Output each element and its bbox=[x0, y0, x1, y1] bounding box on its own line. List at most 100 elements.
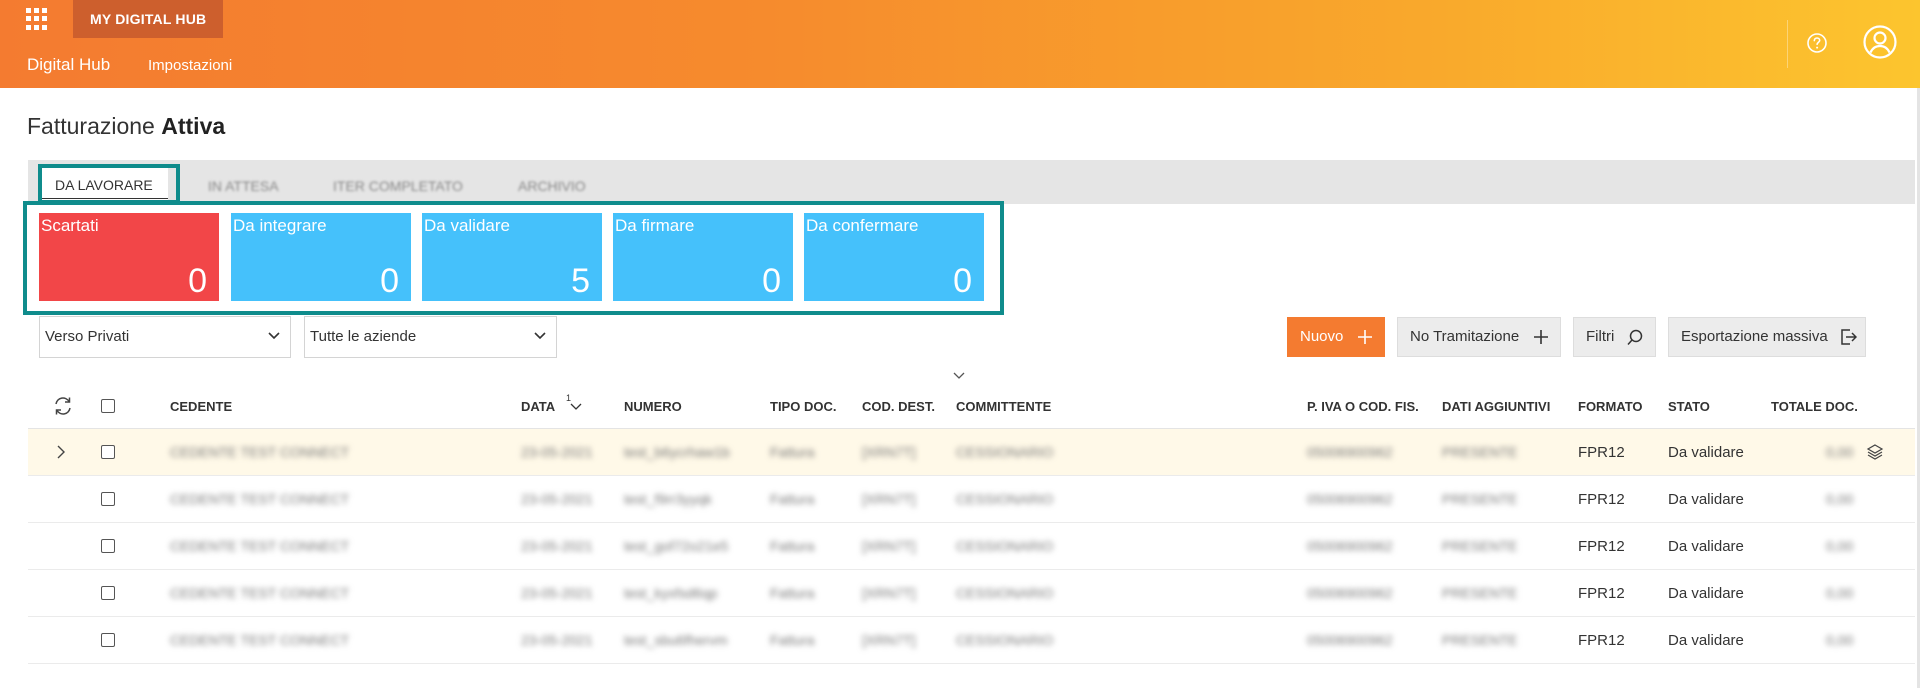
table-row[interactable]: CEDENTE TEST CONNECT 23-05-2021 test_sbu… bbox=[28, 617, 1915, 664]
cell-tipo-doc: Fattura bbox=[770, 585, 815, 601]
no-tramitazione-button[interactable]: No Tramitazione bbox=[1397, 317, 1561, 357]
chevron-down-icon bbox=[570, 403, 582, 410]
col-piva[interactable]: P. IVA O COD. FIS. bbox=[1307, 399, 1419, 414]
apps-grid-icon[interactable] bbox=[26, 8, 48, 30]
cell-committente: CESSIONARIO bbox=[956, 491, 1054, 507]
tab-archivio[interactable]: ARCHIVIO bbox=[518, 178, 586, 194]
col-dati-aggiuntivi[interactable]: DATI AGGIUNTIVI bbox=[1442, 399, 1550, 414]
filtri-label: Filtri bbox=[1586, 328, 1615, 345]
cell-stato: Da validare bbox=[1668, 632, 1744, 649]
cell-cedente: CEDENTE TEST CONNECT bbox=[170, 444, 350, 460]
card-count: 0 bbox=[380, 262, 399, 300]
col-cedente[interactable]: CEDENTE bbox=[170, 399, 232, 414]
table-row[interactable]: CEDENTE TEST CONNECT 23-05-2021 test_b6y… bbox=[28, 429, 1915, 476]
table-row[interactable]: CEDENTE TEST CONNECT 23-05-2021 test_kyx… bbox=[28, 570, 1915, 617]
tab-in-attesa[interactable]: IN ATTESA bbox=[208, 178, 279, 194]
card-da-validare[interactable]: Da validare 5 bbox=[422, 213, 602, 301]
nuovo-button-label: Nuovo bbox=[1300, 328, 1344, 345]
col-cod-dest[interactable]: COD. DEST. bbox=[862, 399, 935, 414]
cell-data: 23-05-2021 bbox=[521, 444, 593, 460]
cell-formato: FPR12 bbox=[1578, 491, 1625, 508]
sort-index: 1 bbox=[566, 393, 572, 403]
cell-tipo-doc: Fattura bbox=[770, 491, 815, 507]
cell-cedente: CEDENTE TEST CONNECT bbox=[170, 491, 350, 507]
sort-indicator[interactable]: 1 bbox=[564, 393, 584, 413]
card-label: Da integrare bbox=[233, 216, 327, 235]
card-da-firmare[interactable]: Da firmare 0 bbox=[613, 213, 793, 301]
select-all-checkbox[interactable] bbox=[101, 399, 115, 413]
cell-committente: CESSIONARIO bbox=[956, 585, 1054, 601]
app-brand[interactable]: MY DIGITAL HUB bbox=[73, 0, 224, 38]
cell-dati-aggiuntivi: PRESENTE bbox=[1442, 585, 1518, 601]
cell-numero: test_gof72o21e5 bbox=[624, 538, 729, 554]
header-divider bbox=[1787, 20, 1788, 68]
esportazione-massiva-button[interactable]: Esportazione massiva bbox=[1668, 317, 1866, 357]
card-label: Da confermare bbox=[806, 216, 919, 235]
refresh-icon[interactable] bbox=[52, 395, 74, 417]
no-tramitazione-label: No Tramitazione bbox=[1410, 328, 1520, 345]
layers-icon[interactable] bbox=[1866, 443, 1884, 461]
table-row[interactable]: CEDENTE TEST CONNECT 23-05-2021 test_f9r… bbox=[28, 476, 1915, 523]
verso-select[interactable]: Verso Privati bbox=[39, 316, 291, 358]
cell-tipo-doc: Fattura bbox=[770, 538, 815, 554]
cell-totale-doc: 0,00 bbox=[1826, 632, 1854, 648]
table-row[interactable]: CEDENTE TEST CONNECT 23-05-2021 test_gof… bbox=[28, 523, 1915, 570]
cell-totale-doc: 0,00 bbox=[1826, 444, 1854, 460]
cell-numero: test_kyxfsd6qp bbox=[624, 585, 718, 601]
page-title-light: Fatturazione bbox=[27, 113, 155, 139]
user-icon[interactable] bbox=[1862, 24, 1898, 60]
plus-icon bbox=[1534, 330, 1548, 344]
cell-totale-doc: 0,00 bbox=[1826, 585, 1854, 601]
row-checkbox[interactable] bbox=[101, 633, 115, 647]
chevron-down-icon[interactable] bbox=[953, 372, 965, 380]
col-committente[interactable]: COMMITTENTE bbox=[956, 399, 1051, 414]
cell-numero: test_b6ycrhaw1b bbox=[624, 444, 730, 460]
col-numero[interactable]: NUMERO bbox=[624, 399, 682, 414]
tab-iter-completato[interactable]: ITER COMPLETATO bbox=[333, 178, 463, 194]
col-formato[interactable]: FORMATO bbox=[1578, 399, 1643, 414]
row-checkbox[interactable] bbox=[101, 539, 115, 553]
row-checkbox[interactable] bbox=[101, 445, 115, 459]
cell-formato: FPR12 bbox=[1578, 632, 1625, 649]
card-da-integrare[interactable]: Da integrare 0 bbox=[231, 213, 411, 301]
cell-stato: Da validare bbox=[1668, 538, 1744, 555]
card-count: 0 bbox=[953, 262, 972, 300]
cell-data: 23-05-2021 bbox=[521, 491, 593, 507]
verso-select-value: Verso Privati bbox=[45, 328, 130, 345]
cell-stato: Da validare bbox=[1668, 444, 1744, 461]
cell-dati-aggiuntivi: PRESENTE bbox=[1442, 444, 1518, 460]
cell-data: 23-05-2021 bbox=[521, 538, 593, 554]
cell-formato: FPR12 bbox=[1578, 538, 1625, 555]
nav-digital-hub[interactable]: Digital Hub bbox=[27, 55, 110, 75]
card-label: Da validare bbox=[424, 216, 510, 235]
nav-impostazioni[interactable]: Impostazioni bbox=[148, 57, 232, 74]
chevron-right-icon[interactable] bbox=[56, 445, 66, 459]
card-scartati[interactable]: Scartati 0 bbox=[39, 213, 219, 301]
search-icon bbox=[1627, 329, 1643, 345]
nuovo-button[interactable]: Nuovo bbox=[1287, 317, 1385, 357]
aziende-select[interactable]: Tutte le aziende bbox=[304, 316, 557, 358]
cell-committente: CESSIONARIO bbox=[956, 632, 1054, 648]
cell-dati-aggiuntivi: PRESENTE bbox=[1442, 632, 1518, 648]
row-checkbox[interactable] bbox=[101, 586, 115, 600]
table-header: CEDENTE DATA 1 NUMERO TIPO DOC. COD. DES… bbox=[28, 385, 1915, 429]
col-tipo-doc[interactable]: TIPO DOC. bbox=[770, 399, 836, 414]
cell-cod-dest: [XRN7T] bbox=[862, 632, 916, 648]
col-stato[interactable]: STATO bbox=[1668, 399, 1710, 414]
cell-dati-aggiuntivi: PRESENTE bbox=[1442, 491, 1518, 507]
chevron-down-icon bbox=[534, 332, 546, 340]
cell-stato: Da validare bbox=[1668, 585, 1744, 602]
cell-cod-dest: [XRN7T] bbox=[862, 491, 916, 507]
card-da-confermare[interactable]: Da confermare 0 bbox=[804, 213, 984, 301]
cell-cod-dest: [XRN7T] bbox=[862, 538, 916, 554]
cell-piva: 05006900962 bbox=[1307, 538, 1393, 554]
page-title: Fatturazione Attiva bbox=[27, 113, 225, 140]
col-data[interactable]: DATA bbox=[521, 399, 555, 414]
row-checkbox[interactable] bbox=[101, 492, 115, 506]
help-icon[interactable] bbox=[1806, 32, 1828, 54]
col-totale-doc[interactable]: TOTALE DOC. bbox=[1771, 399, 1858, 414]
esportazione-label: Esportazione massiva bbox=[1681, 328, 1828, 345]
filtri-button[interactable]: Filtri bbox=[1573, 317, 1656, 357]
cell-formato: FPR12 bbox=[1578, 444, 1625, 461]
cell-totale-doc: 0,00 bbox=[1826, 491, 1854, 507]
